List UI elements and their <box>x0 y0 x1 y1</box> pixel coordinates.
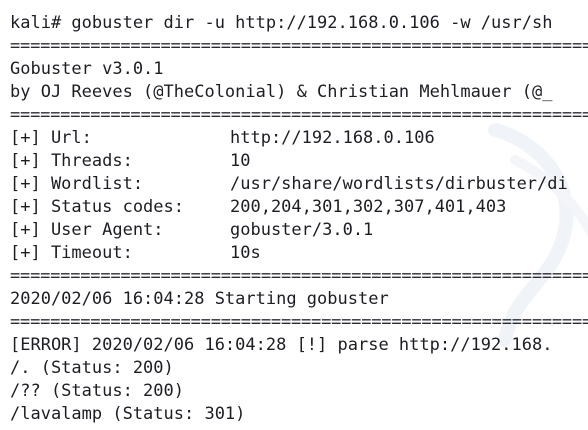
banner-authors: by OJ Reeves (@TheColonial) & Christian … <box>10 82 553 102</box>
separator-line: ========================================… <box>10 312 588 332</box>
separator-line: ========================================… <box>10 36 588 56</box>
config-row-user-agent: [+] User Agent: gobuster/3.0.1 <box>10 219 588 242</box>
config-value: /usr/share/wordlists/dirbuster/di <box>230 174 568 194</box>
result-line: /. (Status: 200) <box>10 358 174 378</box>
config-key: [+] Wordlist: <box>10 174 144 194</box>
config-key: [+] Status codes: <box>10 197 184 217</box>
config-key: [+] User Agent: <box>10 220 164 240</box>
config-value: 10 <box>230 151 251 171</box>
result-line: /?? (Status: 200) <box>10 381 184 401</box>
start-line: 2020/02/06 16:04:28 Starting gobuster <box>10 289 389 309</box>
config-key: [+] Timeout: <box>10 243 133 263</box>
config-value: 10s <box>230 243 261 263</box>
result-line: /lavalamp (Status: 301) <box>10 404 246 424</box>
config-key: [+] Threads: <box>10 151 133 171</box>
config-value: http://192.168.0.106 <box>230 128 435 148</box>
terminal-window[interactable]: kali# gobuster dir -u http://192.168.0.1… <box>0 0 588 430</box>
error-line: [ERROR] 2020/02/06 16:04:28 [!] parse ht… <box>10 335 553 355</box>
config-row-wordlist: [+] Wordlist: /usr/share/wordlists/dirbus… <box>10 173 588 196</box>
config-row-timeout: [+] Timeout: 10s <box>10 242 588 265</box>
separator-line: ========================================… <box>10 105 588 125</box>
command-line: kali# gobuster dir -u http://192.168.0.1… <box>10 13 553 33</box>
config-value: gobuster/3.0.1 <box>230 220 374 240</box>
config-key: [+] Url: <box>10 128 92 148</box>
banner-version: Gobuster v3.0.1 <box>10 59 164 79</box>
config-row-url: [+] Url: http://192.168.0.106 <box>10 127 588 150</box>
config-value: 200,204,301,302,307,401,403 <box>230 197 507 217</box>
config-row-threads: [+] Threads: 10 <box>10 150 588 173</box>
separator-line: ========================================… <box>10 266 588 286</box>
config-row-status-codes: [+] Status codes: 200,204,301,302,307,401… <box>10 196 588 219</box>
